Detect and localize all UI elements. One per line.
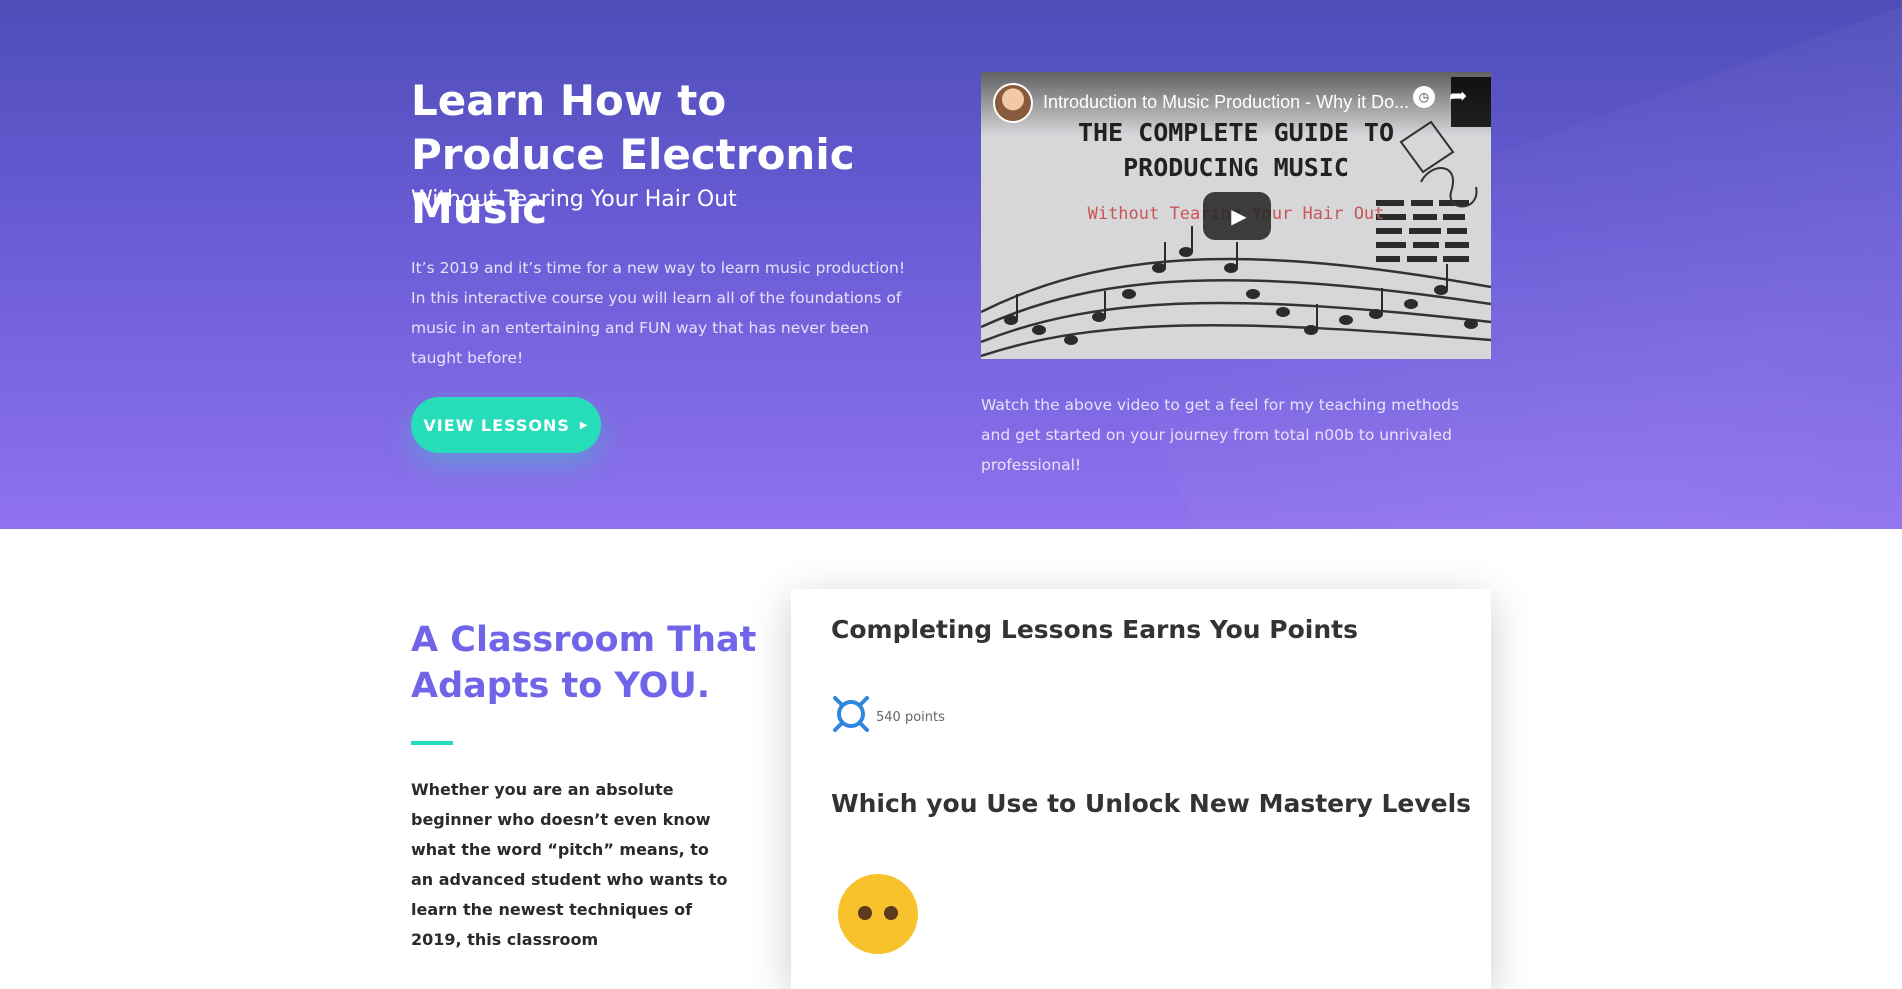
emoji-right-eye xyxy=(884,906,898,920)
points-value: 540 points xyxy=(876,710,945,725)
accent-divider xyxy=(411,741,453,745)
video-title[interactable]: Introduction to Music Production - Why i… xyxy=(1043,92,1423,113)
gamification-card: Completing Lessons Earns You Points 540 … xyxy=(791,589,1491,989)
caret-right-icon: ▶ xyxy=(579,419,589,431)
hero-subtitle: Without Tearing Your Hair Out xyxy=(411,187,737,212)
play-icon: ▶ xyxy=(1231,204,1247,228)
mastery-heading: Which you Use to Unlock New Mastery Leve… xyxy=(831,789,1472,818)
video-player[interactable]: THE COMPLETE GUIDE TO PRODUCING MUSIC Wi… xyxy=(981,72,1491,359)
points-heading: Completing Lessons Earns You Points xyxy=(831,615,1358,644)
emoji-left-eye xyxy=(858,906,872,920)
video-caption: Watch the above video to get a feel for … xyxy=(981,396,1460,474)
hero-section: Learn How to Produce Electronic Music Wi… xyxy=(0,0,1902,529)
points-icon xyxy=(833,696,869,732)
mastery-level-emoji-icon xyxy=(838,874,918,954)
share-icon[interactable]: ➦ xyxy=(1449,84,1467,109)
hero-description: It’s 2019 and it’s time for a new way to… xyxy=(411,259,906,367)
play-button[interactable]: ▶ xyxy=(1203,192,1271,240)
view-lessons-label: VIEW LESSONS xyxy=(423,415,570,435)
channel-avatar[interactable] xyxy=(993,83,1033,123)
classroom-description: Whether you are an absolute beginner who… xyxy=(411,780,728,949)
classroom-title: A Classroom That Adapts to YOU. xyxy=(411,620,757,706)
watch-later-icon[interactable]: ◷ xyxy=(1413,86,1435,108)
view-lessons-button[interactable]: VIEW LESSONS ▶ xyxy=(411,397,601,453)
